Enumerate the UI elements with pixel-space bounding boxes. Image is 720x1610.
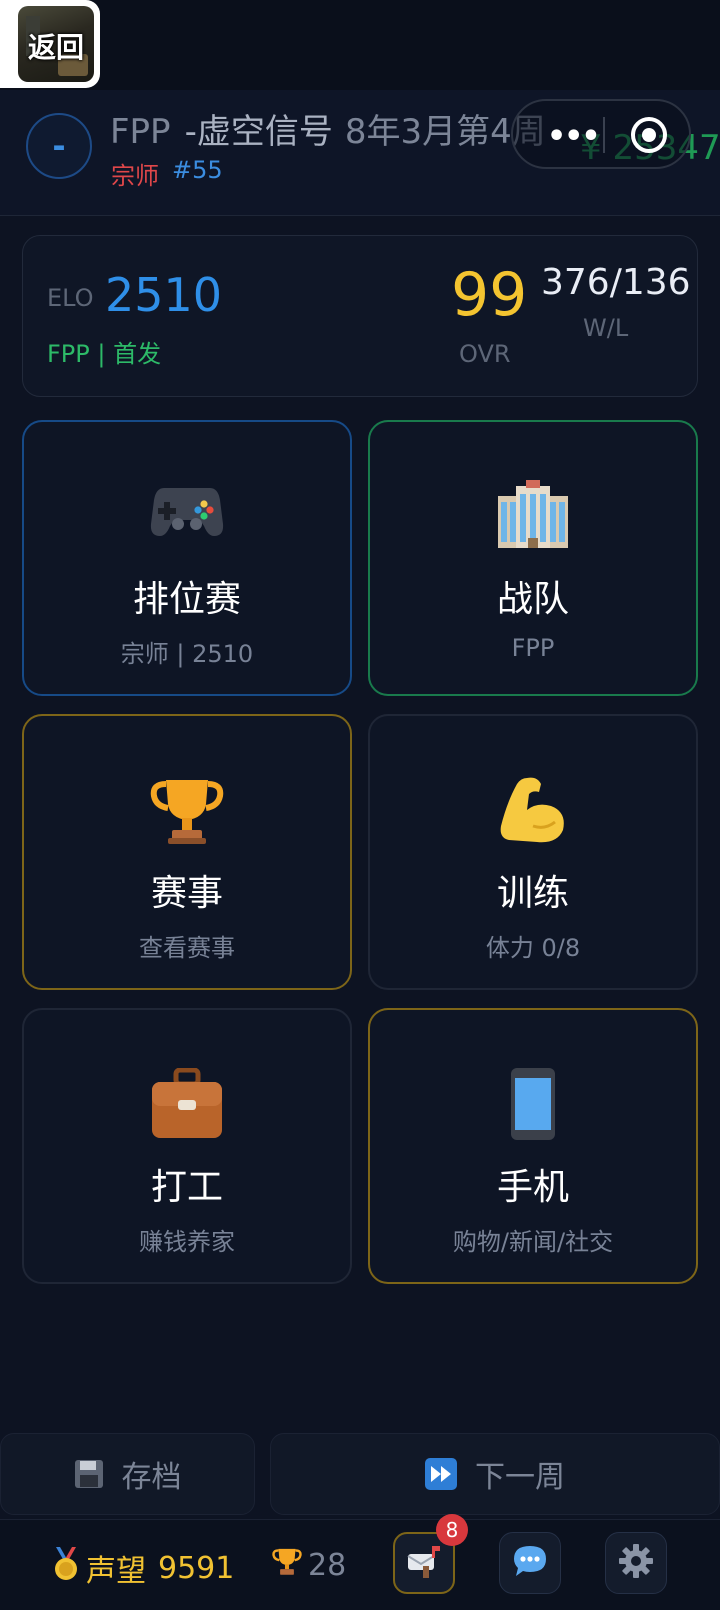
trophy-small-icon [272,1546,302,1584]
tile-phone-subtitle: 购物/新闻/社交 [452,1228,614,1256]
reputation-label: 声望 [86,1554,146,1589]
tile-ranked[interactable]: 排位赛 宗师 | 2510 [22,420,352,696]
gear-icon [618,1543,654,1583]
briefcase-icon [24,1068,350,1148]
tile-phone-title: 手机 [496,1167,569,1208]
tile-training[interactable]: 训练 体力 0/8 [368,714,698,990]
more-icon[interactable]: ••• [547,119,601,154]
trophy-count: 28 [308,1547,347,1583]
tile-events[interactable]: 赛事 查看赛事 [22,714,352,990]
bottom-bar: 声望 9591 28 8 [0,1514,720,1610]
trophy-count-display: 28 [272,1546,346,1584]
mobile-phone-icon [370,1068,696,1148]
save-label: 存档 [121,1460,182,1495]
tile-work-subtitle: 赚钱养家 [139,1228,235,1256]
medal-icon [52,1547,80,1589]
next-week-button[interactable]: 下一周 [270,1433,720,1515]
player-name: -虚空信号 [184,112,333,152]
tile-events-title: 赛事 [150,873,223,914]
office-building-icon [370,480,696,560]
floppy-disk-icon [74,1459,104,1489]
tile-ranked-subtitle: 宗师 | 2510 [120,640,254,668]
save-button[interactable]: 存档 [0,1433,255,1515]
header-title: FPP -虚空信号 8年3月第4周 [110,104,546,153]
next-week-label: 下一周 [475,1460,565,1495]
flexed-biceps-icon [370,774,696,854]
gamepad-icon [24,480,350,560]
speech-bubble-icon [512,1544,548,1582]
win-loss-label: W/L [583,314,629,342]
miniprogram-capsule: ••• [511,99,691,169]
elo-value: 2510 [105,268,223,322]
tile-training-title: 训练 [496,873,569,914]
mail-badge: 8 [436,1514,468,1546]
trophy-icon [24,774,350,854]
back-button[interactable]: 返回 [0,0,100,88]
mailbox-icon [406,1544,442,1582]
win-loss-record: 376/136 [541,262,691,303]
capsule-divider [603,117,605,153]
back-label: 返回 [27,31,84,64]
tile-team[interactable]: 战队 FPP [368,420,698,696]
tile-work-title: 打工 [150,1167,223,1208]
tile-work[interactable]: 打工 赚钱养家 [22,1008,352,1284]
rank-number: #55 [172,156,223,184]
avatar[interactable]: - [26,113,92,179]
reputation-value: 9591 [158,1550,235,1586]
reputation-display: 声望 9591 [52,1546,234,1590]
tile-ranked-title: 排位赛 [132,579,241,620]
top-strip [0,0,720,90]
ovr-label: OVR [459,340,511,368]
tile-phone[interactable]: 手机 购物/新闻/社交 [368,1008,698,1284]
team-role: FPP | 首发 [47,340,162,368]
rank-label: 宗师 [111,162,159,190]
tile-events-subtitle: 查看赛事 [139,934,235,962]
fast-forward-icon [425,1458,457,1490]
ovr-value: 99 [451,260,528,330]
chat-button[interactable] [499,1532,561,1594]
settings-button[interactable] [605,1532,667,1594]
tile-team-subtitle: FPP [511,634,555,662]
stats-card: ELO 2510 FPP | 首发 99 OVR 376/136 W/L [22,235,698,397]
team-name: FPP [110,112,171,152]
tile-team-title: 战队 [496,579,569,620]
close-target-icon[interactable] [631,117,667,153]
elo-label: ELO [47,284,94,312]
tile-training-subtitle: 体力 0/8 [485,934,581,962]
